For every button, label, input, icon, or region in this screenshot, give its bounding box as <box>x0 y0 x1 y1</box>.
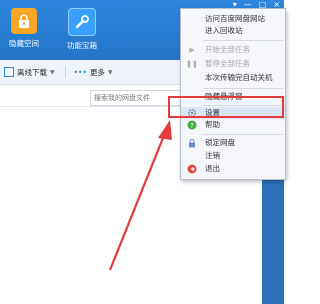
annotation-arrow <box>108 120 172 271</box>
